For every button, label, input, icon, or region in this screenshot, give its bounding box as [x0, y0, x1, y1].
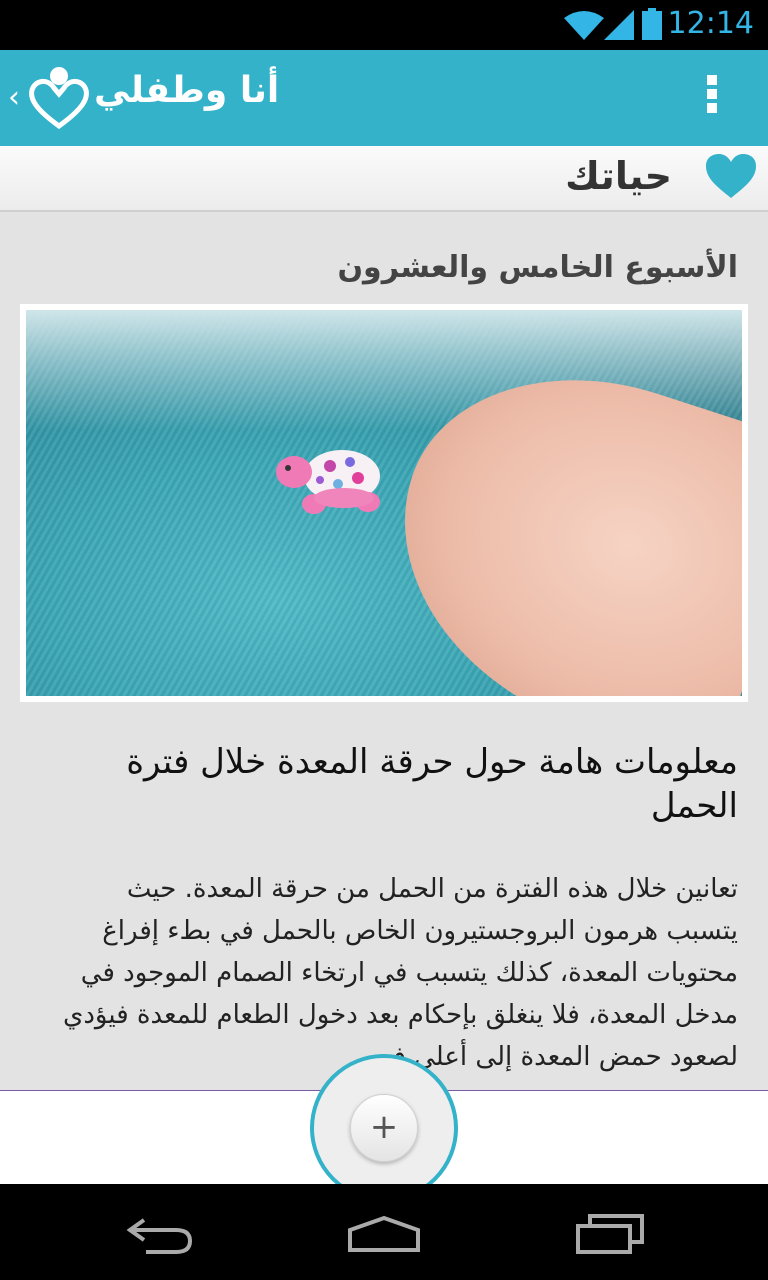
system-nav-bar: [0, 1184, 768, 1280]
article-image: [26, 310, 742, 696]
section-label: حياتك: [565, 154, 672, 198]
heart-baby-logo-icon[interactable]: [28, 64, 90, 130]
battery-icon: [642, 8, 662, 40]
status-bar: 12:14: [0, 0, 768, 50]
status-time: 12:14: [667, 6, 754, 41]
home-nav-icon[interactable]: [346, 1214, 422, 1254]
back-chevron-icon[interactable]: ‹: [8, 80, 20, 115]
article-title: معلومات هامة حول حرقة المعدة خلال فترة ا…: [126, 742, 738, 826]
toy-turtle-icon: [276, 450, 380, 514]
app-title: أنا وطفلي: [94, 70, 280, 111]
app-bar: ‹ أنا وطفلي: [0, 50, 768, 146]
heart-icon: [706, 154, 756, 198]
article-body: تعانين خلال هذه الفترة من الحمل من حرقة …: [62, 874, 738, 1072]
signal-icon: [604, 10, 634, 40]
wifi-icon: [564, 11, 604, 40]
back-nav-icon[interactable]: [124, 1214, 194, 1254]
add-button[interactable]: +: [350, 1094, 418, 1162]
article-content[interactable]: الأسبوع الخامس والعشرون معلومات هامة حول…: [0, 212, 768, 1090]
article-image-frame: [20, 304, 748, 702]
recents-nav-icon[interactable]: [574, 1214, 646, 1254]
week-label: الأسبوع الخامس والعشرون: [337, 250, 738, 285]
overflow-menu-icon[interactable]: [698, 72, 726, 124]
section-header[interactable]: حياتك: [0, 146, 768, 212]
